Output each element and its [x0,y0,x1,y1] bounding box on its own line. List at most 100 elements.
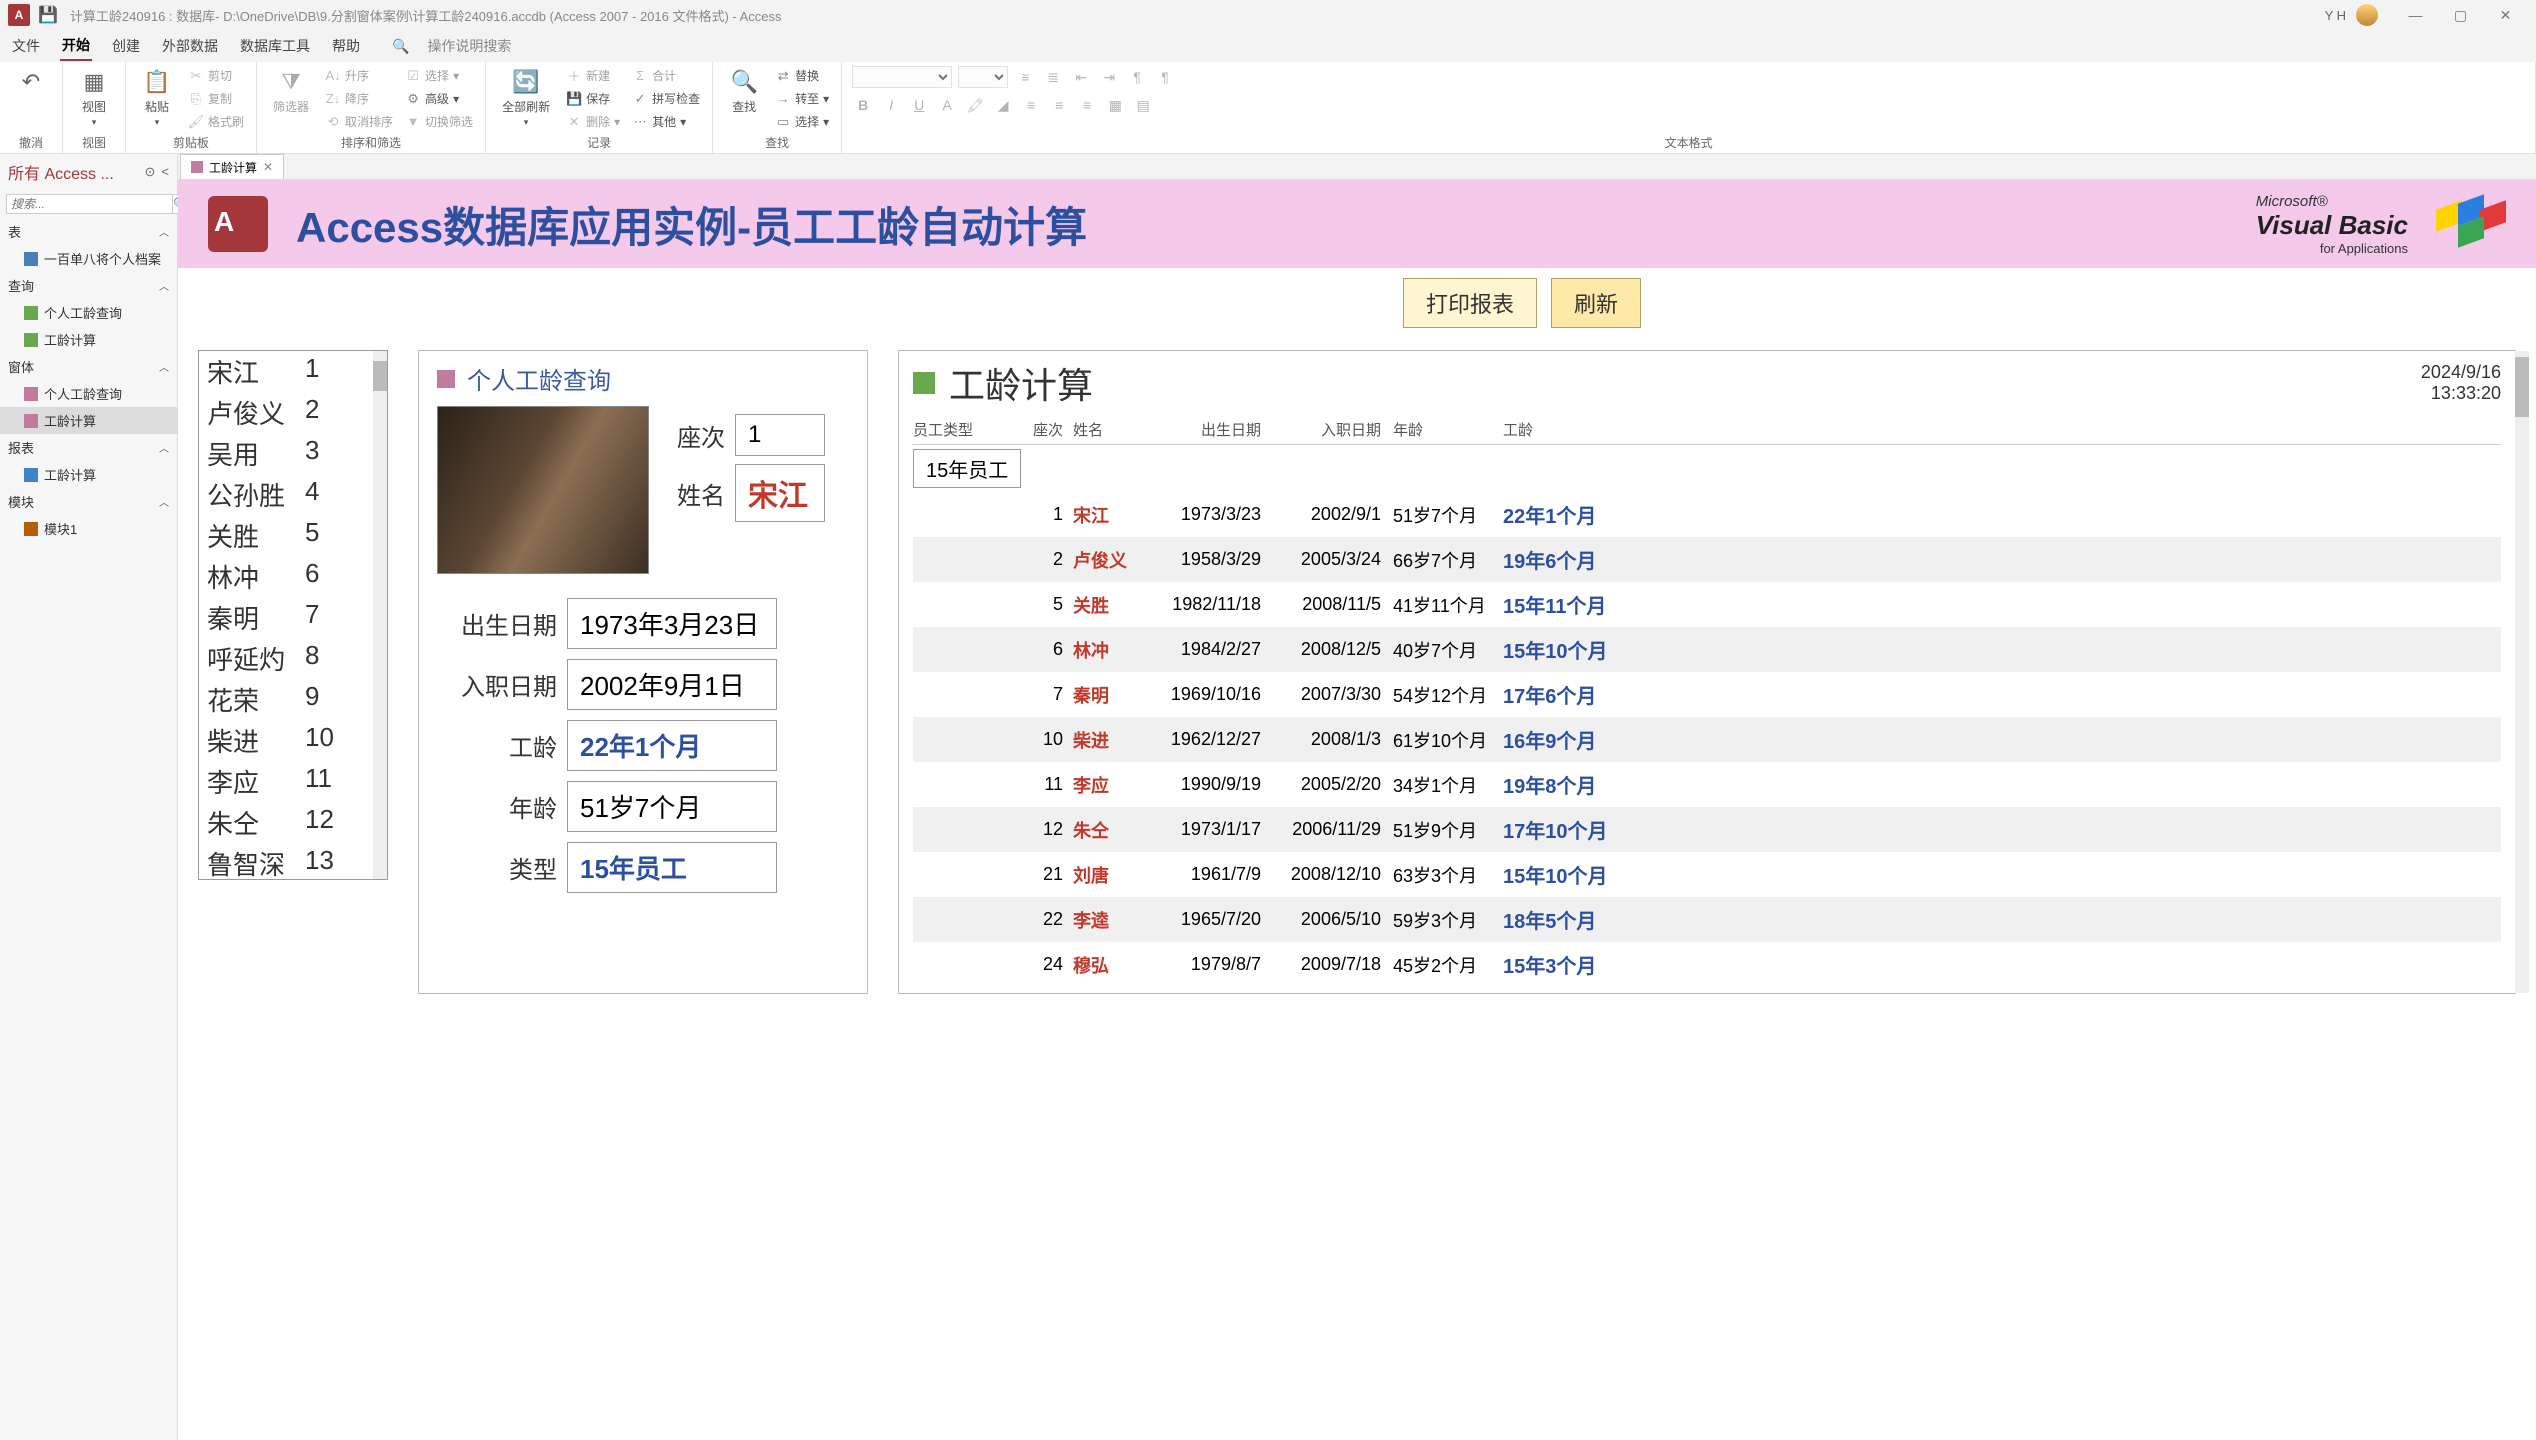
replace-button[interactable]: ⇄替换 [773,66,831,85]
menu-create[interactable]: 创建 [110,32,142,60]
nav-module-item[interactable]: 模块1 [0,515,177,542]
document-tab[interactable]: 工龄计算✕ [180,154,284,179]
list-row[interactable]: 柴进10 [199,720,387,761]
nav-form-item[interactable]: 个人工龄查询 [0,380,177,407]
seat-value[interactable]: 1 [735,414,825,456]
numbering-icon[interactable]: ≣ [1042,66,1064,88]
list-row[interactable]: 卢俊义2 [199,392,387,433]
nav-query-item[interactable]: 工龄计算 [0,326,177,353]
list-row[interactable]: 李应11 [199,761,387,802]
nav-collapse-icon[interactable]: < [161,164,169,180]
advanced-button[interactable]: ⚙高级 ▾ [403,89,475,108]
list-row[interactable]: 花荣9 [199,679,387,720]
nav-query-item[interactable]: 个人工龄查询 [0,299,177,326]
tab-close-icon[interactable]: ✕ [263,160,273,174]
highlight-button[interactable]: 🖍 [964,94,986,116]
delete-record-button[interactable]: ✕删除 ▾ [564,112,622,131]
indent-dec-icon[interactable]: ⇤ [1070,66,1092,88]
seniority-value[interactable]: 22年1个月 [567,720,777,771]
tell-me-search[interactable]: 操作说明搜索 [427,36,511,56]
type-label: 类型 [437,850,567,885]
rtl-icon[interactable]: ¶ [1154,66,1176,88]
ltr-icon[interactable]: ¶ [1126,66,1148,88]
maximize-button[interactable]: ▢ [2438,7,2483,24]
save-record-button[interactable]: 💾保存 [564,89,622,108]
paste-button[interactable]: 📋粘贴▾ [136,66,178,130]
align-left-button[interactable]: ≡ [1020,94,1042,116]
menu-home[interactable]: 开始 [60,31,92,61]
font-size-select[interactable] [958,66,1008,88]
italic-button[interactable]: I [880,94,902,116]
hire-value[interactable]: 2002年9月1日 [567,659,777,710]
nav-cat-tables[interactable]: 表︿ [0,218,177,245]
nav-table-item[interactable]: 一百单八将个人档案 [0,245,177,272]
list-row[interactable]: 公孙胜4 [199,474,387,515]
list-row[interactable]: 朱仝12 [199,802,387,843]
list-row[interactable]: 秦明7 [199,597,387,638]
align-center-button[interactable]: ≡ [1048,94,1070,116]
list-row[interactable]: 关胜5 [199,515,387,556]
format-painter-button[interactable]: 🖌格式刷 [186,112,246,131]
close-button[interactable]: ✕ [2483,7,2528,24]
nav-cat-forms[interactable]: 窗体︿ [0,353,177,380]
scrollbar[interactable] [2515,351,2529,993]
undo-button[interactable]: ↶ [10,66,52,98]
selection-button[interactable]: ☑选择 ▾ [403,66,475,85]
filter-button[interactable]: ⧩筛选器 [267,66,315,117]
indent-inc-icon[interactable]: ⇥ [1098,66,1120,88]
bold-button[interactable]: B [852,94,874,116]
toggle-filter-button[interactable]: ▼切换筛选 [403,112,475,131]
age-value[interactable]: 51岁7个月 [567,781,777,832]
nav-cat-queries[interactable]: 查询︿ [0,272,177,299]
sort-desc-button[interactable]: Z↓降序 [323,89,395,108]
nav-dropdown-icon[interactable]: ⊙ [145,164,156,180]
name-value[interactable]: 宋江 [735,464,825,522]
totals-button[interactable]: Σ合计 [630,66,702,85]
scrollbar[interactable] [373,351,387,879]
print-report-button[interactable]: 打印报表 [1403,278,1537,328]
align-right-button[interactable]: ≡ [1076,94,1098,116]
nav-cat-modules[interactable]: 模块︿ [0,488,177,515]
list-row[interactable]: 鲁智深13 [199,843,387,880]
find-button[interactable]: 🔍查找 [723,66,765,117]
report-row: 24穆弘1979/8/72009/7/1845岁2个月15年3个月 [913,942,2501,987]
fill-color-button[interactable]: ◢ [992,94,1014,116]
more-button[interactable]: ⋯其他 ▾ [630,112,702,131]
goto-button[interactable]: →转至 ▾ [773,89,831,108]
menu-help[interactable]: 帮助 [330,32,362,60]
nav-search-input[interactable] [6,194,173,214]
avatar[interactable] [2356,4,2378,26]
alt-row-button[interactable]: ▤ [1132,94,1154,116]
gridlines-button[interactable]: ▦ [1104,94,1126,116]
refresh-all-button[interactable]: 🔄全部刷新▾ [496,66,556,130]
sort-asc-button[interactable]: A↓升序 [323,66,395,85]
type-value[interactable]: 15年员工 [567,842,777,893]
nav-report-item[interactable]: 工龄计算 [0,461,177,488]
cut-button[interactable]: ✂剪切 [186,66,246,85]
nav-form-item-selected[interactable]: 工龄计算 [0,407,177,434]
underline-button[interactable]: U [908,94,930,116]
list-row[interactable]: 宋江1 [199,351,387,392]
refresh-button[interactable]: 刷新 [1551,278,1641,328]
minimize-button[interactable]: — [2393,7,2438,23]
menu-external[interactable]: 外部数据 [160,32,220,60]
clear-sort-button[interactable]: ⟲取消排序 [323,112,395,131]
select-button[interactable]: ▭选择 ▾ [773,112,831,131]
bullets-icon[interactable]: ≡ [1014,66,1036,88]
spelling-button[interactable]: ✓拼写检查 [630,89,702,108]
list-row[interactable]: 呼延灼8 [199,638,387,679]
menu-file[interactable]: 文件 [10,32,42,60]
nav-cat-reports[interactable]: 报表︿ [0,434,177,461]
menu-dbtools[interactable]: 数据库工具 [238,32,312,60]
new-record-button[interactable]: ＋新建 [564,66,622,85]
font-family-select[interactable] [852,66,952,88]
copy-button[interactable]: ⎘复制 [186,89,246,108]
list-row[interactable]: 吴用3 [199,433,387,474]
employee-listbox[interactable]: 宋江1卢俊义2吴用3公孙胜4关胜5林冲6秦明7呼延灼8花荣9柴进10李应11朱仝… [198,350,388,880]
cubes-icon [2436,199,2506,249]
view-button[interactable]: ▦视图▾ [73,66,115,130]
save-icon[interactable]: 💾 [38,5,58,25]
font-color-button[interactable]: A [936,94,958,116]
birth-value[interactable]: 1973年3月23日 [567,598,777,649]
list-row[interactable]: 林冲6 [199,556,387,597]
